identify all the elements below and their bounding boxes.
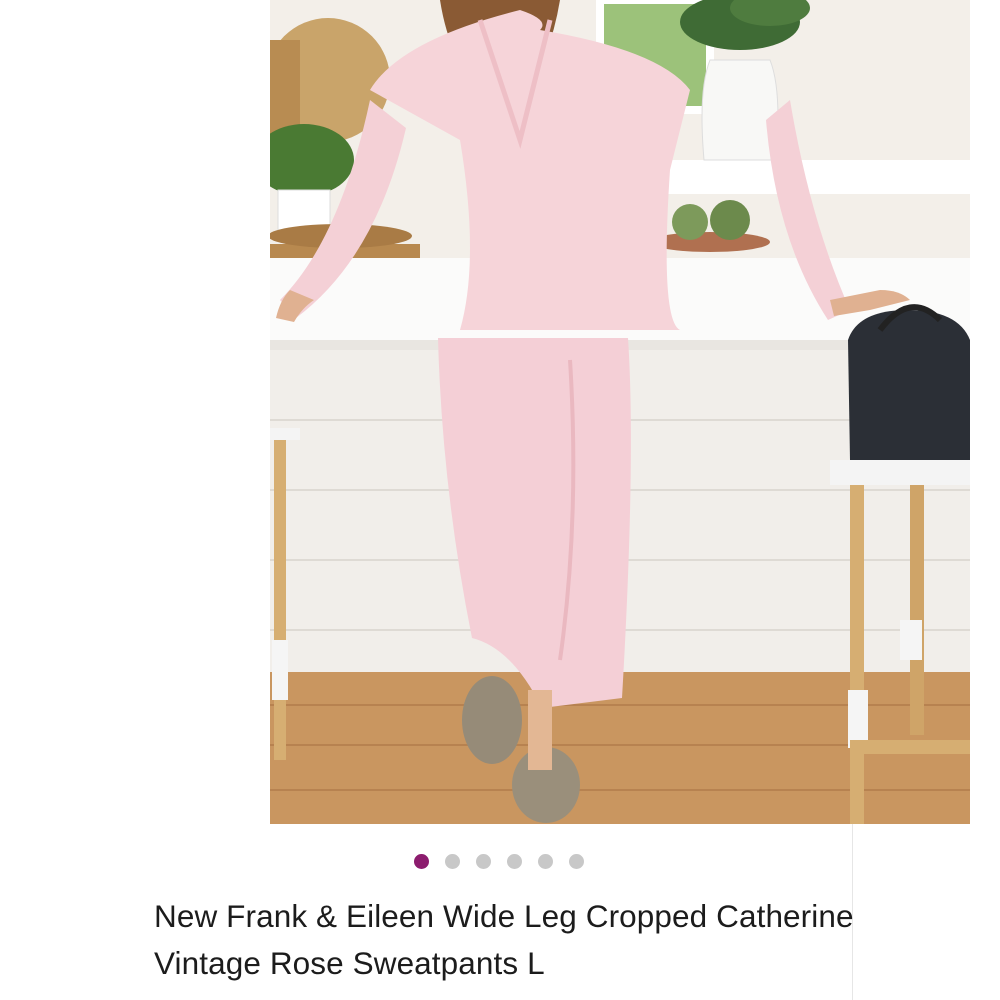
- product-photo[interactable]: [270, 0, 970, 824]
- carousel-dot-2[interactable]: [445, 853, 460, 869]
- carousel-dot-3[interactable]: [476, 853, 491, 869]
- product-photo-illustration: [270, 0, 970, 824]
- product-title: New Frank & Eileen Wide Leg Cropped Cath…: [154, 898, 854, 981]
- carousel-dot-5[interactable]: [538, 853, 553, 869]
- carousel-dot-1[interactable]: [414, 853, 429, 869]
- carousel-dot-6[interactable]: [569, 853, 584, 869]
- image-carousel-indicator: [146, 853, 852, 869]
- carousel-dot-4[interactable]: [507, 853, 522, 869]
- listing-screen: New Frank & Eileen Wide Leg Cropped Cath…: [146, 0, 970, 1000]
